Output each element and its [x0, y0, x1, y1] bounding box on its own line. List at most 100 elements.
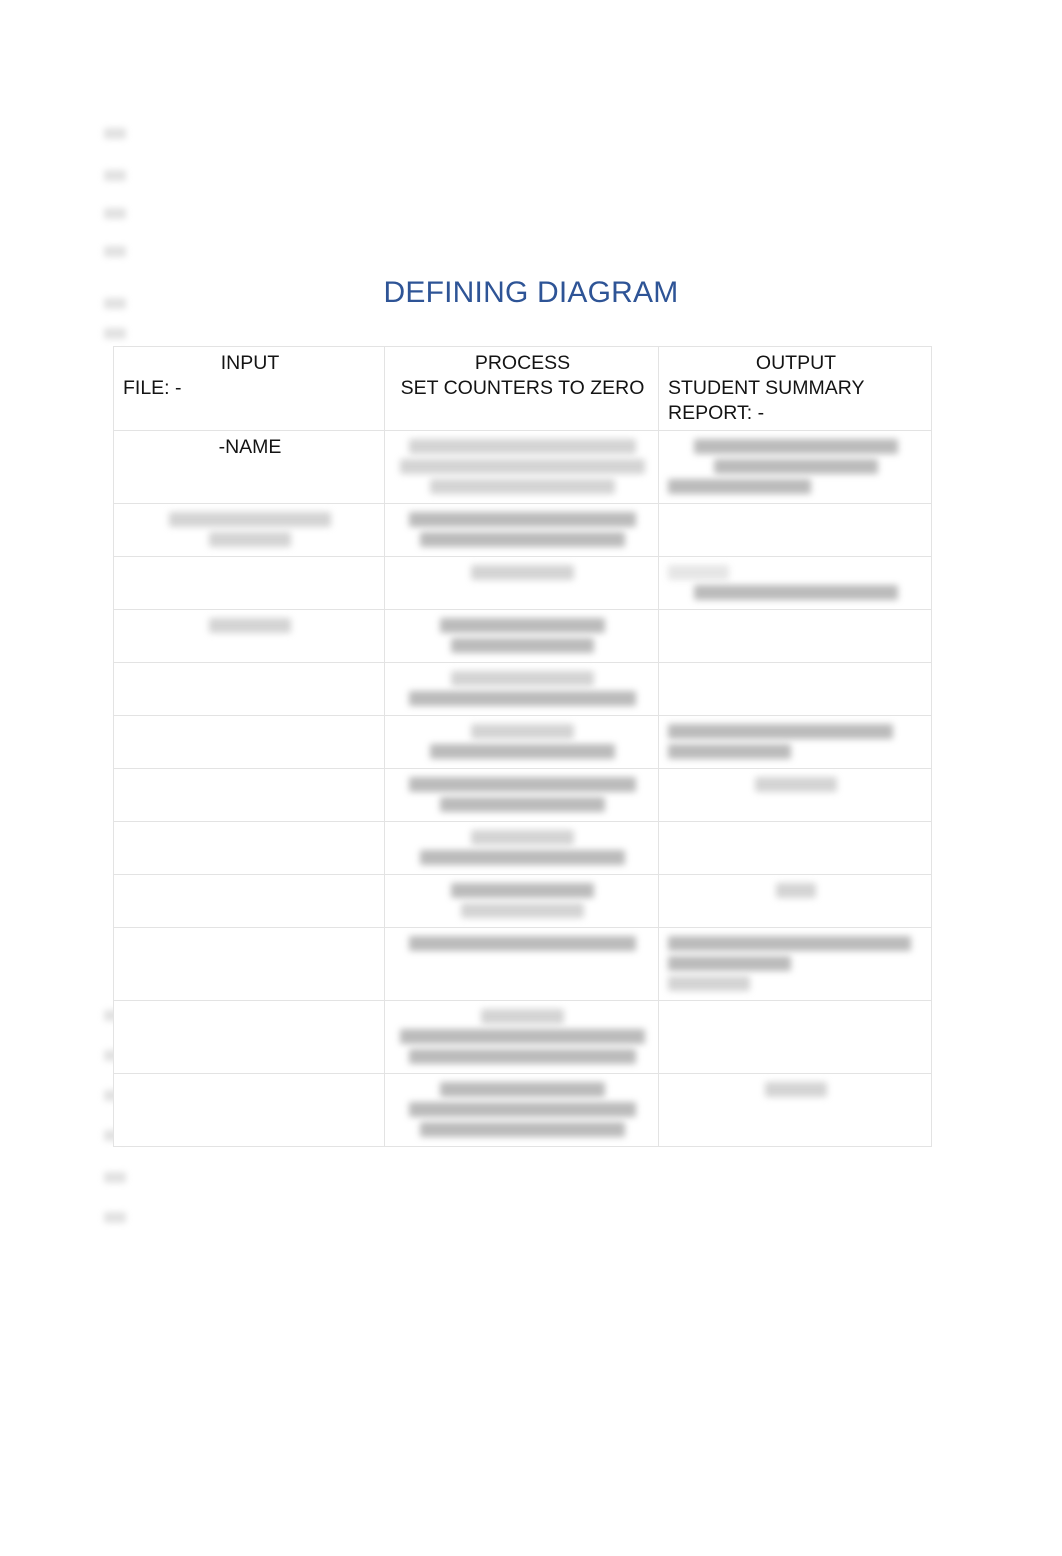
- cell-process: [384, 1000, 659, 1074]
- page-title: DEFINING DIAGRAM: [383, 276, 679, 309]
- cell-input: [113, 609, 385, 663]
- cell-process: [384, 430, 659, 504]
- table-row: [113, 556, 932, 610]
- cell-input: [113, 927, 385, 1001]
- document-page: DEFINING DIAGRAM INPUT FILE: - PROCESS S…: [0, 0, 1062, 1556]
- cell-output: [658, 556, 932, 610]
- redacted-line: [668, 956, 791, 971]
- table-row: [113, 874, 932, 928]
- table-row: [113, 662, 932, 716]
- redacted-line: [429, 479, 616, 494]
- cell-input: [113, 556, 385, 610]
- table-header-row: INPUT FILE: - PROCESS SET COUNTERS TO ZE…: [113, 346, 932, 431]
- redacted-line: [481, 1009, 564, 1024]
- redacted-line: [409, 1102, 636, 1117]
- cell-input: [113, 874, 385, 928]
- column-header-output: OUTPUT: [755, 352, 837, 374]
- margin-mark: [104, 1172, 126, 1183]
- cell-process: [384, 927, 659, 1001]
- margin-mark: [104, 128, 126, 139]
- redacted-line: [409, 936, 636, 951]
- redacted-line: [409, 777, 636, 792]
- cell-output: [658, 1073, 932, 1147]
- cell-output: [658, 430, 932, 504]
- redacted-line: [450, 671, 595, 686]
- redacted-line: [668, 936, 912, 951]
- redacted-line: [429, 744, 616, 759]
- redacted-line: [693, 439, 899, 454]
- margin-mark: [104, 208, 126, 219]
- redacted-line: [168, 512, 332, 527]
- redacted-line: [450, 883, 595, 898]
- column-subheader-output: STUDENT SUMMARY REPORT: -: [668, 377, 865, 424]
- cell-input: [113, 715, 385, 769]
- cell-output: [658, 874, 932, 928]
- redacted-line: [668, 724, 894, 739]
- table-row: -NAME: [113, 430, 932, 504]
- cell-input: [113, 662, 385, 716]
- cell-input: [113, 1000, 385, 1074]
- column-subheader-input: FILE: -: [123, 377, 182, 399]
- redacted-line: [765, 1082, 827, 1097]
- column-subheader-process: SET COUNTERS TO ZERO: [400, 377, 645, 399]
- cell-input: [113, 1073, 385, 1147]
- redacted-line: [400, 1029, 645, 1044]
- redacted-line: [471, 724, 574, 739]
- cell-process: [384, 503, 659, 557]
- table-row: [113, 1073, 932, 1147]
- redacted-line: [668, 744, 791, 759]
- redacted-line: [471, 830, 574, 845]
- column-header-process: PROCESS: [474, 352, 571, 374]
- cell-process: [384, 874, 659, 928]
- header-cell-input: INPUT FILE: -: [113, 346, 385, 431]
- cell-input: [113, 503, 385, 557]
- table-row: [113, 821, 932, 875]
- redacted-line: [450, 638, 595, 653]
- redacted-line: [460, 903, 585, 918]
- cell-process: [384, 768, 659, 822]
- table-row: [113, 609, 932, 663]
- margin-mark: [104, 328, 126, 339]
- redacted-line: [693, 585, 899, 600]
- cell-input: -NAME: [113, 430, 385, 504]
- redacted-line: [440, 1082, 605, 1097]
- table-row: [113, 927, 932, 1001]
- margin-mark: [104, 1212, 126, 1223]
- redacted-line: [440, 797, 605, 812]
- input-field-name: -NAME: [218, 436, 282, 458]
- table-row: [113, 768, 932, 822]
- redacted-line: [471, 565, 574, 580]
- redacted-line: [409, 512, 636, 527]
- cell-output: [658, 927, 932, 1001]
- redacted-line: [668, 565, 730, 580]
- cell-input: [113, 821, 385, 875]
- cell-output: [658, 503, 932, 557]
- redacted-line: [209, 532, 291, 547]
- redacted-line: [409, 691, 636, 706]
- cell-process: [384, 609, 659, 663]
- redacted-line: [440, 618, 605, 633]
- cell-process: [384, 662, 659, 716]
- redacted-line: [419, 1122, 626, 1137]
- redacted-line: [419, 532, 626, 547]
- header-cell-output: OUTPUT STUDENT SUMMARY REPORT: -: [658, 346, 932, 431]
- cell-input: [113, 768, 385, 822]
- cell-output: [658, 662, 932, 716]
- cell-process: [384, 556, 659, 610]
- cell-output: [658, 609, 932, 663]
- column-header-input: INPUT: [220, 352, 280, 374]
- redacted-line: [714, 459, 878, 474]
- redacted-line: [755, 777, 837, 792]
- cell-process: [384, 715, 659, 769]
- cell-output: [658, 1000, 932, 1074]
- cell-output: [658, 821, 932, 875]
- redacted-line: [668, 976, 750, 991]
- cell-process: [384, 821, 659, 875]
- redacted-line: [409, 439, 636, 454]
- redacted-line: [209, 618, 291, 633]
- cell-output: [658, 715, 932, 769]
- redacted-line: [409, 1049, 636, 1064]
- margin-mark: [104, 170, 126, 181]
- redacted-line: [775, 883, 817, 898]
- table-row: [113, 503, 932, 557]
